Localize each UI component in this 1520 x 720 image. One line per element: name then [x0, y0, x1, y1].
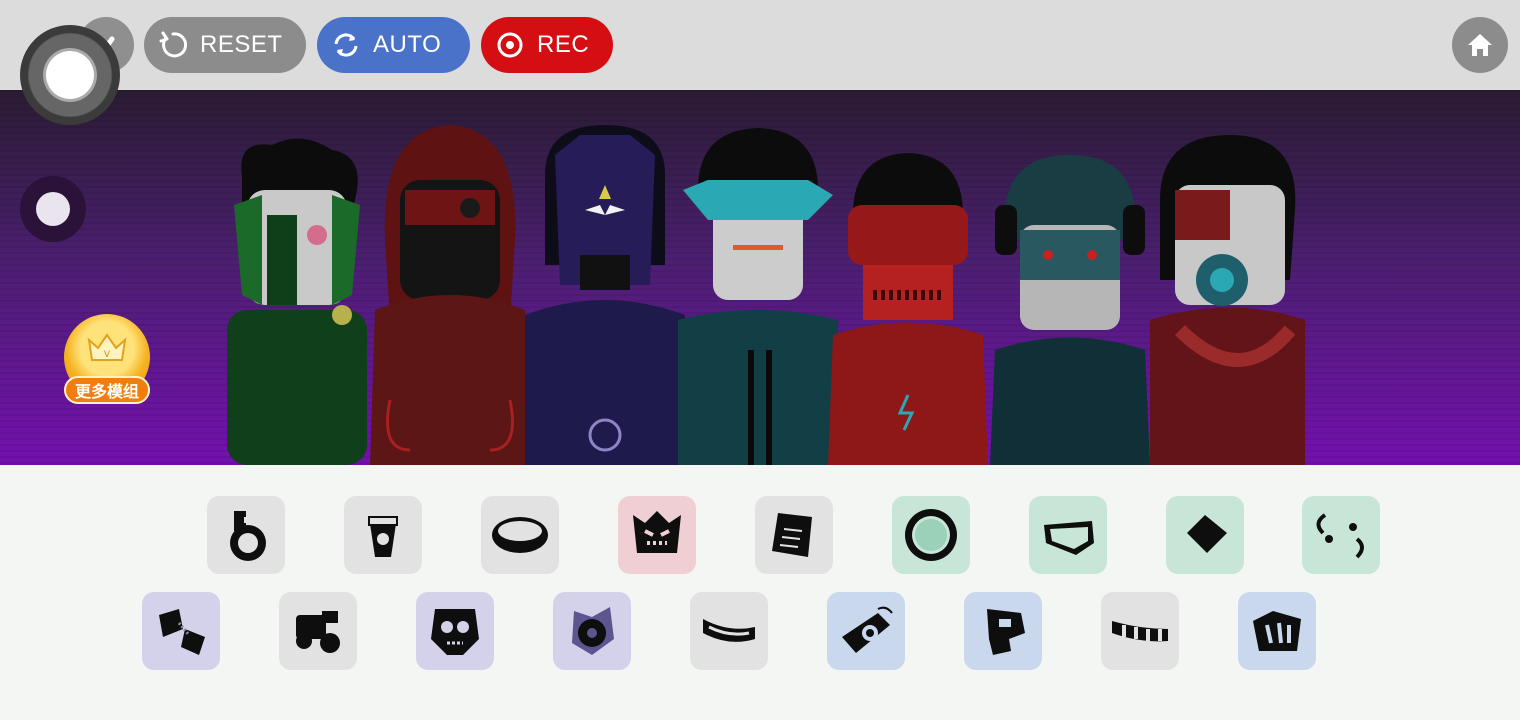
sound-slot-16[interactable] — [964, 592, 1042, 670]
band-icon — [703, 619, 755, 642]
skull-icon — [431, 609, 479, 655]
reset-icon — [158, 30, 188, 60]
swirl-icon — [1316, 513, 1364, 559]
crown-icon: V — [87, 333, 127, 361]
floating-joystick[interactable] — [20, 25, 120, 125]
sound-slot-12[interactable] — [416, 592, 494, 670]
sound-slot-6[interactable] — [892, 496, 970, 574]
capsule-icon — [159, 609, 205, 655]
character-red-goggles[interactable] — [1150, 130, 1305, 465]
sound-slot-10[interactable] — [142, 592, 220, 670]
side-toggle-knob[interactable] — [36, 192, 70, 226]
sound-slot-18[interactable] — [1238, 592, 1316, 670]
record-button[interactable]: REC — [481, 17, 613, 73]
sound-slot-14[interactable] — [690, 592, 768, 670]
sound-tray — [0, 465, 1520, 720]
bowl-icon — [492, 517, 548, 553]
sound-slot-9[interactable] — [1302, 496, 1380, 574]
shield-icon — [1253, 611, 1301, 651]
more-mods-button[interactable]: V 更多模组 — [64, 314, 150, 404]
reset-button[interactable]: RESET — [144, 17, 306, 73]
striped-band-icon — [1112, 621, 1168, 642]
tower-icon — [987, 609, 1025, 655]
gadget-icon — [296, 611, 340, 653]
character-stage[interactable] — [0, 90, 1520, 465]
visor-icon — [1044, 521, 1094, 555]
loop-beat-icon — [230, 511, 266, 561]
character-purple-masked[interactable] — [525, 115, 685, 465]
sound-slot-8[interactable] — [1166, 496, 1244, 574]
plate-icon — [772, 513, 812, 557]
side-toggle[interactable] — [20, 176, 86, 242]
diamond-icon — [1187, 515, 1227, 553]
sound-slot-5[interactable] — [755, 496, 833, 574]
character-teal-visor[interactable] — [678, 120, 838, 465]
character-red-helmet[interactable] — [828, 145, 988, 465]
more-mods-label: 更多模组 — [64, 376, 150, 404]
auto-label: AUTO — [373, 31, 442, 58]
sound-slot-7[interactable] — [1029, 496, 1107, 574]
reset-label: RESET — [200, 31, 283, 58]
rec-label: REC — [537, 31, 590, 58]
top-bar: RESET AUTO REC — [0, 0, 1520, 90]
character-green-scaled[interactable] — [222, 135, 372, 465]
joystick-knob[interactable] — [46, 51, 94, 99]
sound-slot-4[interactable] — [618, 496, 696, 574]
character-teal-headphones[interactable] — [990, 150, 1150, 465]
auto-cycle-icon — [331, 30, 361, 60]
rose-icon — [572, 607, 614, 655]
character-red-hood[interactable] — [370, 120, 530, 465]
sound-slot-1[interactable] — [207, 496, 285, 574]
home-button[interactable] — [1452, 17, 1508, 73]
sound-slot-11[interactable] — [279, 592, 357, 670]
svg-text:V: V — [104, 350, 111, 360]
sound-slot-13[interactable] — [553, 592, 631, 670]
sound-slot-2[interactable] — [344, 496, 422, 574]
cup-icon — [368, 516, 398, 557]
sound-slot-17[interactable] — [1101, 592, 1179, 670]
gear-sun-icon — [905, 509, 957, 561]
sound-slot-15[interactable] — [827, 592, 905, 670]
home-icon — [1468, 34, 1492, 56]
eye-gadget-icon — [842, 606, 893, 653]
sound-slot-3[interactable] — [481, 496, 559, 574]
spiky-face-icon — [633, 511, 681, 553]
auto-button[interactable]: AUTO — [317, 17, 470, 73]
record-icon — [495, 30, 525, 60]
